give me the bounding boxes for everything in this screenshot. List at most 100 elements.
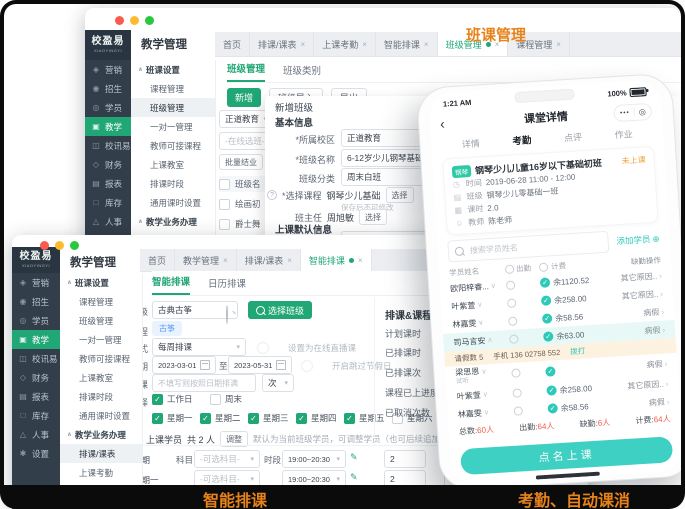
close-window-icon[interactable] (115, 16, 124, 25)
menu-item-schedule[interactable]: 排课/课表 (60, 444, 142, 463)
table-row[interactable]: 爵士舞 (219, 216, 265, 232)
subtab-calendar-schedule[interactable]: 日历排课 (208, 276, 246, 295)
check-circle-icon[interactable]: ✓ (546, 385, 557, 396)
tab-homework[interactable]: 作业 (614, 127, 633, 141)
close-icon[interactable]: × (362, 40, 367, 49)
subtab-class-mgmt[interactable]: 班级管理 (227, 61, 266, 82)
check-circle-icon[interactable]: ✓ (539, 277, 551, 288)
minimize-window-icon[interactable] (130, 16, 139, 25)
close-window-icon[interactable] (40, 241, 49, 250)
chevron-down-icon[interactable]: ∨ (484, 408, 490, 416)
tab-attendance[interactable]: 考勤 (512, 132, 532, 147)
menu-item-course-mgmt[interactable]: 课程管理 (60, 292, 142, 311)
sidebar-item-teaching[interactable]: ▣ 教学 (85, 117, 131, 136)
room-select[interactable]: 5号教学楼 (444, 490, 500, 508)
tab-details[interactable]: 详情 (461, 136, 480, 150)
menu-item-classrooms[interactable]: 上课教室 (60, 368, 142, 387)
sidebar-item-reports[interactable]: ▤ 报表 (85, 174, 131, 193)
choose-teacher-button[interactable]: 选择 (359, 209, 388, 225)
home-indicator[interactable] (535, 471, 600, 480)
attend-radio[interactable] (505, 280, 516, 290)
menu-item-course-mgmt[interactable]: 课程管理 (131, 79, 215, 98)
weekend-checkbox[interactable]: 周末 (210, 393, 242, 405)
target-icon[interactable]: ◎ (638, 107, 646, 116)
menu-item-teacher-courses[interactable]: 教师可接课程 (60, 349, 142, 368)
table-row[interactable]: 班级名 (219, 176, 265, 192)
sidebar-item-admissions[interactable]: ◉ 招生 (85, 79, 131, 98)
subtab-smart-schedule[interactable]: 智能排课 (152, 274, 191, 295)
chevron-down-icon[interactable]: ∨ (482, 390, 489, 398)
check-circle-icon[interactable]: ✓ (541, 313, 553, 324)
menu-item-teacher-courses[interactable]: 教师可接课程 (131, 136, 215, 155)
menu-group-teaching-ops[interactable]: ∧ 教学业务办理 (131, 212, 215, 231)
close-icon[interactable]: × (301, 40, 306, 49)
menu-group-class-settings[interactable]: ∧ 班课设置 (131, 60, 215, 79)
time-select[interactable]: 19:00~20:30 ▾ (282, 470, 346, 488)
subject-select[interactable]: -可选科目- ▾ (194, 450, 260, 468)
wednesday-checkbox[interactable]: ✓ 星期三 (248, 412, 289, 424)
friday-checkbox[interactable]: ✓ 星期五 (344, 412, 385, 424)
end-date-picker[interactable]: 2023-05-31 (228, 356, 292, 374)
chevron-up-icon[interactable]: ∧ (487, 336, 493, 344)
close-icon[interactable]: × (223, 256, 228, 265)
radio-icon[interactable] (504, 264, 515, 274)
menu-item-attendance[interactable]: 上课考勤 (60, 463, 142, 482)
monday-checkbox[interactable]: ✓ 星期一 (152, 412, 193, 424)
lesson-count-input[interactable] (384, 470, 426, 488)
tab-home[interactable]: 首页 (215, 32, 251, 56)
chevron-down-icon[interactable]: ∨ (491, 282, 497, 290)
menu-item-one-on-one[interactable]: 一对一管理 (60, 330, 142, 349)
row-checkbox[interactable] (219, 218, 230, 230)
sidebar-item-messaging[interactable]: ◫ 校讯易 (12, 349, 60, 368)
edit-icon[interactable]: ✎ (350, 492, 358, 503)
tab-teaching-mgmt[interactable]: 教学管理 × (175, 249, 237, 271)
add-student-button[interactable]: 添加学员 ⊕ (616, 233, 660, 248)
attend-radio[interactable] (511, 368, 521, 378)
sidebar-item-hr[interactable]: △ 人事 (12, 425, 60, 444)
menu-item-class-mgmt[interactable]: 班级管理 (131, 98, 215, 117)
attend-radio[interactable] (512, 387, 522, 398)
attend-radio[interactable] (506, 297, 517, 308)
check-circle-icon[interactable]: ✓ (545, 365, 556, 377)
close-icon[interactable]: × (556, 40, 561, 49)
tab-reviews[interactable]: 点评 (564, 130, 583, 144)
tab-home[interactable]: 首页 (140, 249, 176, 271)
sidebar-item-settings[interactable]: ✱ 设置 (12, 444, 60, 463)
subtab-class-category[interactable]: 班级类别 (283, 63, 321, 82)
tab-schedule[interactable]: 排课/课表 × (237, 249, 301, 271)
sidebar-item-admissions[interactable]: ◉ 招生 (12, 292, 60, 311)
row-checkbox[interactable] (219, 198, 230, 210)
close-icon[interactable]: × (358, 256, 363, 265)
attend-radio[interactable] (508, 315, 518, 326)
workday-checkbox[interactable]: ✓ 工作日 (152, 393, 193, 405)
sidebar-item-inventory[interactable]: □ 库存 (12, 406, 60, 425)
sidebar-item-inventory[interactable]: □ 库存 (85, 193, 131, 212)
check-circle-icon[interactable]: ✓ (540, 295, 552, 306)
menu-item-class-mgmt[interactable]: 班级管理 (60, 311, 142, 330)
sidebar-item-marketing[interactable]: ◈ 营销 (12, 273, 60, 292)
tab-schedule[interactable]: 排课/课表 × (250, 32, 315, 56)
check-circle-icon[interactable]: ✓ (547, 403, 559, 414)
sidebar-item-students[interactable]: ◎ 学员 (85, 98, 131, 117)
chevron-down-icon[interactable]: ∨ (481, 367, 487, 375)
max-unit-select[interactable]: 次 ▾ (262, 374, 294, 392)
row-checkbox[interactable] (219, 178, 230, 190)
zoom-window-icon[interactable] (145, 16, 154, 25)
sidebar-item-reports[interactable]: ▤ 报表 (12, 387, 60, 406)
menu-item-hour-settings[interactable]: 通用课时设置 (131, 193, 215, 212)
radio-icon[interactable] (538, 261, 549, 272)
lesson-count-input[interactable] (384, 450, 426, 468)
attend-radio[interactable] (509, 333, 519, 344)
zoom-window-icon[interactable] (70, 241, 79, 250)
thursday-checkbox[interactable]: ✓ 星期四 (296, 412, 337, 424)
menu-item-one-on-one[interactable]: 一对一管理 (131, 117, 215, 136)
table-row[interactable]: 绘画初 (219, 196, 265, 212)
chevron-down-icon[interactable]: ∨ (477, 301, 483, 309)
repeat-select[interactable]: 每周排课 ▾ (152, 338, 246, 356)
subject-select[interactable]: -可选科目- ▾ (194, 470, 260, 488)
check-circle-icon[interactable]: ✓ (543, 331, 554, 342)
category-select[interactable]: 周末白班▾ (341, 168, 433, 186)
sidebar-item-hr[interactable]: △ 人事 (85, 212, 131, 231)
max-lessons-input[interactable] (152, 374, 256, 392)
more-icon[interactable]: ••• (620, 109, 630, 117)
